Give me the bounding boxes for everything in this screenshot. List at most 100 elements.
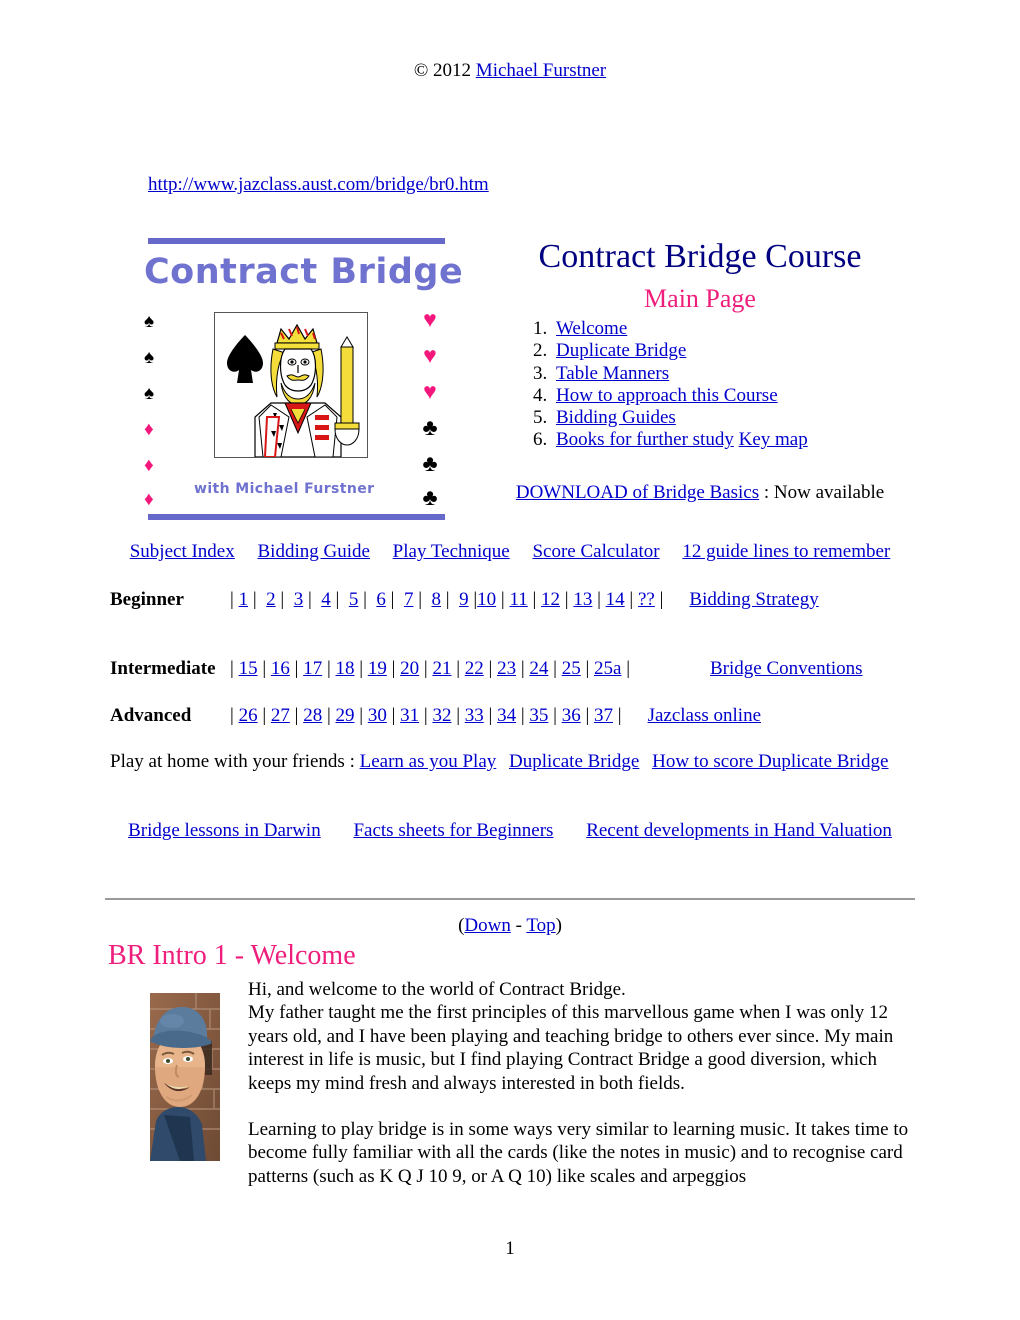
lesson-link[interactable]: 20 <box>400 658 419 679</box>
playhome-link-duplicate-bridge[interactable]: Duplicate Bridge <box>509 751 639 772</box>
heart-icon: ♥ <box>423 307 437 332</box>
diamond-icon: ♦ <box>144 490 154 509</box>
top-link[interactable]: Top <box>526 915 555 936</box>
lesson-link[interactable]: 33 <box>465 705 484 726</box>
download-status: : Now available <box>759 482 885 503</box>
down-link[interactable]: Down <box>464 915 510 936</box>
lesson-link[interactable]: 32 <box>432 705 451 726</box>
quicklink-12-guide-lines[interactable]: 12 guide lines to remember <box>682 541 890 562</box>
king-of-spades-card-image <box>214 312 368 458</box>
lesson-link[interactable]: 22 <box>465 658 484 679</box>
lessons-link-facts-sheets[interactable]: Facts sheets for Beginners <box>353 820 553 841</box>
toc-link-table-manners[interactable]: Table Manners <box>556 363 669 384</box>
toc-link-welcome[interactable]: Welcome <box>556 318 627 339</box>
level-row-advanced: Advanced | 26 | 27 | 28 | 29 | 30 | 31 | … <box>110 704 910 727</box>
lesson-link[interactable]: 31 <box>400 705 419 726</box>
list-item[interactable]: Welcome <box>552 318 808 340</box>
spade-icon: ♠ <box>144 348 155 367</box>
lesson-link[interactable]: 13 <box>573 589 592 610</box>
lesson-link[interactable]: 26 <box>239 705 258 726</box>
playhome-link-how-to-score[interactable]: How to score Duplicate Bridge <box>652 751 888 772</box>
lesson-link[interactable]: 16 <box>271 658 290 679</box>
diamond-icon: ♦ <box>144 456 154 475</box>
level-side-link-bridge-conventions[interactable]: Bridge Conventions <box>710 658 863 679</box>
logo-byline: with Michael Furstner <box>194 481 375 497</box>
quick-links-bar: Subject Index Bidding Guide Play Techniq… <box>0 541 1020 563</box>
lessons-row: Bridge lessons in Darwin Facts sheets fo… <box>110 819 910 843</box>
lesson-link[interactable]: 34 <box>497 705 516 726</box>
lesson-link[interactable]: 37 <box>594 705 613 726</box>
copyright-text: © 2012 <box>413 60 476 81</box>
lesson-link[interactable]: 15 <box>239 658 258 679</box>
download-link[interactable]: DOWNLOAD of Bridge Basics <box>516 482 759 503</box>
lesson-link[interactable]: 1 <box>239 589 249 610</box>
list-item[interactable]: Duplicate Bridge <box>552 340 808 362</box>
heart-icon: ♥ <box>423 343 437 368</box>
lesson-link[interactable]: 4 <box>321 589 331 610</box>
toc-link-key-map[interactable]: Key map <box>739 429 808 450</box>
level-label: Beginner <box>110 589 184 610</box>
lesson-link[interactable]: 25 <box>562 658 581 679</box>
lesson-link[interactable]: 36 <box>562 705 581 726</box>
club-icon: ♣ <box>422 485 438 510</box>
lesson-link[interactable]: 7 <box>404 589 414 610</box>
page-url-link[interactable]: http://www.jazclass.aust.com/bridge/br0.… <box>148 174 489 195</box>
toc-link-books[interactable]: Books for further study <box>556 429 734 450</box>
body-paragraph-1: My father taught me the first principles… <box>248 1002 894 1094</box>
lesson-link[interactable]: 29 <box>336 705 355 726</box>
level-label: Advanced <box>110 705 192 726</box>
lesson-link[interactable]: 23 <box>497 658 516 679</box>
quicklink-bidding-guide[interactable]: Bidding Guide <box>258 541 370 562</box>
lesson-link[interactable]: 3 <box>294 589 304 610</box>
lessons-link-hand-valuation[interactable]: Recent developments in Hand Valuation <box>586 820 892 841</box>
lesson-link[interactable]: 14 <box>606 589 625 610</box>
lesson-link[interactable]: 11 <box>509 589 527 610</box>
diamond-icon: ♦ <box>144 420 154 439</box>
body-line-1: Hi, and welcome to the world of Contract… <box>248 979 626 1000</box>
lesson-link[interactable]: 2 <box>266 589 276 610</box>
copyright-line: © 2012 Michael Furstner <box>0 60 1020 82</box>
lesson-link[interactable]: 35 <box>529 705 548 726</box>
table-of-contents: Welcome Duplicate Bridge Table Manners H… <box>528 318 808 452</box>
playhome-link-learn-as-you-play[interactable]: Learn as you Play <box>360 751 497 772</box>
lesson-link[interactable]: 18 <box>336 658 355 679</box>
lesson-link[interactable]: 5 <box>349 589 359 610</box>
lesson-link[interactable]: 17 <box>303 658 322 679</box>
lesson-link[interactable]: 8 <box>432 589 442 610</box>
contract-bridge-logo: Contract Bridge ♠ ♠ ♠ ♦ ♦ ♦ ♥ ♥ ♥ ♣ ♣ ♣ <box>144 238 463 520</box>
lesson-link[interactable]: 21 <box>432 658 451 679</box>
club-icon: ♣ <box>422 415 438 440</box>
lesson-link[interactable]: 28 <box>303 705 322 726</box>
quicklink-score-calculator[interactable]: Score Calculator <box>532 541 659 562</box>
lesson-link[interactable]: 30 <box>368 705 387 726</box>
level-side-link-bidding-strategy[interactable]: Bidding Strategy <box>689 589 818 610</box>
copyright-author-link[interactable]: Michael Furstner <box>476 60 606 81</box>
lesson-link[interactable]: ?? <box>638 589 655 610</box>
lesson-link[interactable]: 27 <box>271 705 290 726</box>
lesson-link[interactable]: 19 <box>368 658 387 679</box>
logo-title: Contract Bridge <box>144 252 464 292</box>
lesson-link[interactable]: 25a <box>594 658 621 679</box>
body-paragraph-2: Learning to play bridge is in some ways … <box>248 1119 909 1187</box>
lesson-link[interactable]: 12 <box>541 589 560 610</box>
lesson-link[interactable]: 6 <box>376 589 386 610</box>
toc-link-bidding-guides[interactable]: Bidding Guides <box>556 407 676 428</box>
list-item[interactable]: Books for further study Key map <box>552 429 808 451</box>
quicklink-subject-index[interactable]: Subject Index <box>130 541 235 562</box>
heart-icon: ♥ <box>423 379 437 404</box>
list-item[interactable]: Bidding Guides <box>552 407 808 429</box>
lessons-link-darwin[interactable]: Bridge lessons in Darwin <box>128 820 321 841</box>
toc-link-how-to-approach[interactable]: How to approach this Course <box>556 385 778 406</box>
level-label: Intermediate <box>110 658 216 679</box>
section-heading: BR Intro 1 - Welcome <box>108 940 356 971</box>
list-item[interactable]: How to approach this Course <box>552 385 808 407</box>
level-row-intermediate: Intermediate | 15 | 16 | 17 | 18 | 19 | 2… <box>110 657 910 680</box>
toc-link-duplicate-bridge[interactable]: Duplicate Bridge <box>556 340 686 361</box>
lesson-link[interactable]: 24 <box>529 658 548 679</box>
level-side-link-jazclass-online[interactable]: Jazclass online <box>648 705 761 726</box>
quicklink-play-technique[interactable]: Play Technique <box>393 541 510 562</box>
lesson-link[interactable]: 9 <box>459 589 469 610</box>
page-subtitle: Main Page <box>644 284 756 313</box>
lesson-link[interactable]: 10 <box>477 589 496 610</box>
list-item[interactable]: Table Manners <box>552 363 808 385</box>
